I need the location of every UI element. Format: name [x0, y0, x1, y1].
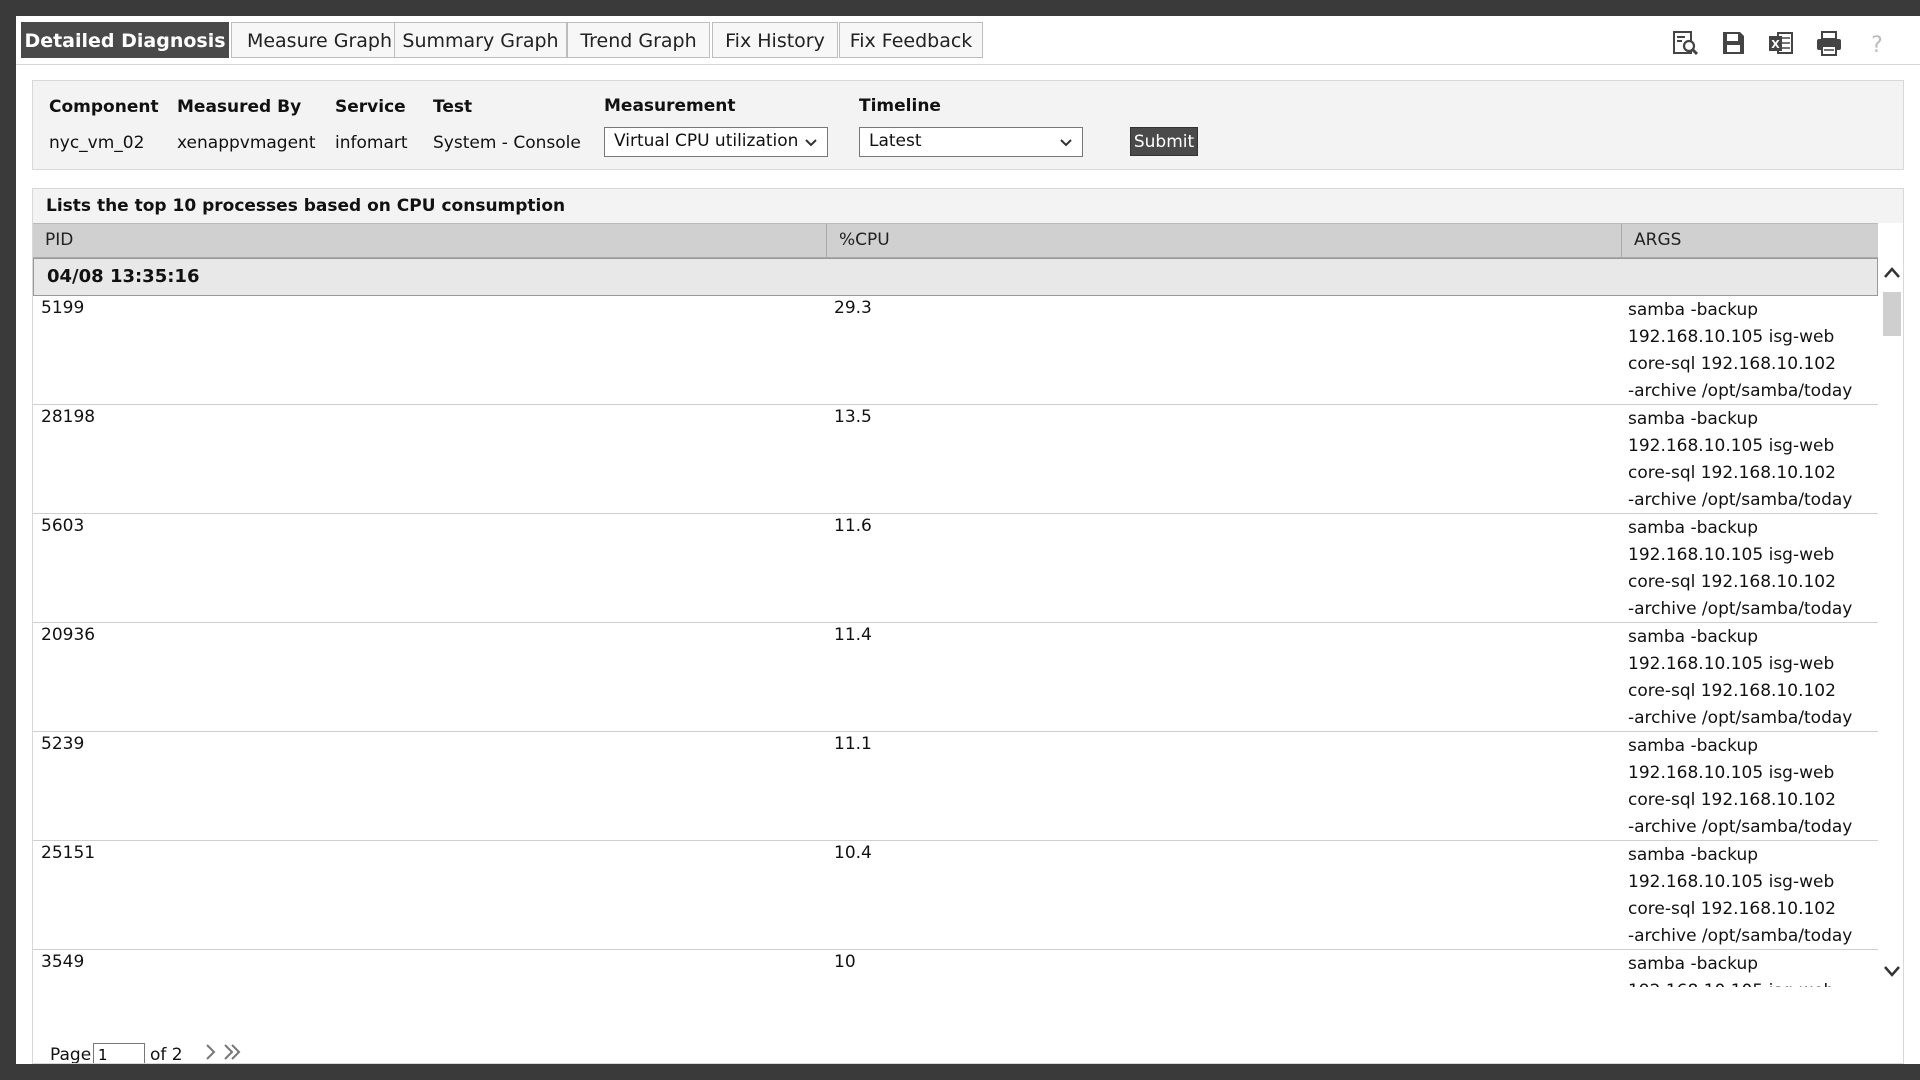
args-cell: samba -backup 192.168.10.105 isg-web cor… — [1628, 845, 1853, 946]
group-timestamp-row: 04/08 13:35:16 — [33, 258, 1878, 296]
cpu-cell: 29.3 — [834, 298, 872, 318]
column-header-pid[interactable]: PID — [33, 224, 827, 258]
component-value: nyc_vm_02 — [49, 133, 145, 153]
next-page-icon[interactable] — [199, 1041, 221, 1063]
timeline-select-value: Latest — [869, 131, 922, 151]
tab-fix-feedback[interactable]: Fix Feedback — [839, 22, 983, 58]
chevron-down-icon[interactable] — [1883, 962, 1901, 980]
test-value: System - Console — [433, 133, 581, 153]
measured-by-label: Measured By — [177, 97, 302, 117]
table-body: 5199 29.3 samba -backup 192.168.10.105 i… — [33, 296, 1878, 987]
cpu-cell: 10 — [834, 952, 856, 972]
page-count-label: of 2 — [150, 1045, 183, 1064]
pid-cell: 5603 — [41, 516, 85, 536]
scrollbar-thumb[interactable] — [1883, 292, 1901, 336]
chevron-down-icon — [1060, 139, 1072, 147]
table-header: PID %CPU ARGS — [33, 223, 1878, 258]
args-cell: samba -backup 192.168.10.105 isg-web cor… — [1628, 409, 1853, 510]
args-cell: samba -backup 192.168.10.105 isg-web cor… — [1628, 518, 1853, 619]
page-number-input[interactable] — [93, 1043, 145, 1063]
test-label: Test — [433, 97, 473, 117]
svg-text:X: X — [1771, 38, 1780, 51]
table-row: 20936 11.4 samba -backup 192.168.10.105 … — [33, 623, 1878, 732]
chevron-up-icon[interactable] — [1883, 264, 1901, 282]
tab-detailed-diagnosis[interactable]: Detailed Diagnosis — [21, 22, 229, 58]
pid-cell: 3549 — [41, 952, 85, 972]
timeline-select[interactable]: Latest — [859, 127, 1083, 157]
table-row: 25151 10.4 samba -backup 192.168.10.105 … — [33, 841, 1878, 950]
tab-bar: Detailed Diagnosis Measure Graph Summary… — [16, 16, 1920, 65]
service-value: infomart — [335, 133, 408, 153]
pid-cell: 25151 — [41, 843, 96, 863]
column-header-args[interactable]: ARGS — [1622, 224, 1878, 258]
pid-cell: 20936 — [41, 625, 96, 645]
excel-export-icon[interactable]: X — [1766, 28, 1796, 58]
tab-summary-graph[interactable]: Summary Graph — [394, 22, 567, 58]
table-row: 5603 11.6 samba -backup 192.168.10.105 i… — [33, 514, 1878, 623]
cpu-cell: 11.6 — [834, 516, 872, 536]
measured-by-value: xenappvmagent — [177, 133, 316, 153]
component-label: Component — [49, 97, 159, 117]
table-row: 5199 29.3 samba -backup 192.168.10.105 i… — [33, 296, 1878, 405]
service-label: Service — [335, 97, 406, 117]
table-row: 28198 13.5 samba -backup 192.168.10.105 … — [33, 405, 1878, 514]
diagnosis-window: Detailed Diagnosis Measure Graph Summary… — [16, 16, 1920, 1064]
chevron-down-icon — [805, 139, 817, 147]
pid-cell: 5199 — [41, 298, 85, 318]
tab-fix-history[interactable]: Fix History — [712, 22, 838, 58]
filter-panel: Component nyc_vm_02 Measured By xenappvm… — [32, 80, 1904, 170]
table-row: 5239 11.1 samba -backup 192.168.10.105 i… — [33, 732, 1878, 841]
table-row: 3549 10 samba -backup 192.168.10.105 isg… — [33, 950, 1878, 987]
search-icon[interactable] — [1670, 28, 1700, 58]
cpu-cell: 11.4 — [834, 625, 872, 645]
cpu-cell: 11.1 — [834, 734, 872, 754]
last-page-icon[interactable] — [221, 1041, 243, 1063]
save-icon[interactable] — [1718, 28, 1748, 58]
page-label: Page — [50, 1045, 92, 1064]
print-icon[interactable] — [1814, 28, 1844, 58]
measurement-select[interactable]: Virtual CPU utilization — [604, 127, 828, 157]
cpu-cell: 10.4 — [834, 843, 872, 863]
svg-text:?: ? — [1871, 33, 1883, 58]
results-panel: Lists the top 10 processes based on CPU … — [32, 188, 1904, 1064]
args-cell: samba -backup 192.168.10.105 isg-web cor… — [1628, 954, 1834, 987]
pid-cell: 28198 — [41, 407, 96, 427]
vertical-scrollbar[interactable] — [1879, 258, 1903, 988]
pid-cell: 5239 — [41, 734, 85, 754]
results-title: Lists the top 10 processes based on CPU … — [33, 189, 1903, 223]
measurement-label: Measurement — [604, 96, 736, 116]
args-cell: samba -backup 192.168.10.105 isg-web cor… — [1628, 736, 1853, 837]
pagination: Page of 2 — [33, 1041, 1903, 1064]
help-icon[interactable]: ? — [1862, 28, 1892, 58]
column-header-cpu[interactable]: %CPU — [827, 224, 1622, 258]
timeline-label: Timeline — [859, 96, 941, 116]
args-cell: samba -backup 192.168.10.105 isg-web cor… — [1628, 300, 1853, 401]
cpu-cell: 13.5 — [834, 407, 872, 427]
args-cell: samba -backup 192.168.10.105 isg-web cor… — [1628, 627, 1853, 728]
tab-measure-graph[interactable]: Measure Graph — [231, 22, 408, 58]
submit-button[interactable]: Submit — [1130, 127, 1198, 156]
tab-trend-graph[interactable]: Trend Graph — [567, 22, 710, 58]
measurement-select-value: Virtual CPU utilization — [614, 131, 799, 151]
